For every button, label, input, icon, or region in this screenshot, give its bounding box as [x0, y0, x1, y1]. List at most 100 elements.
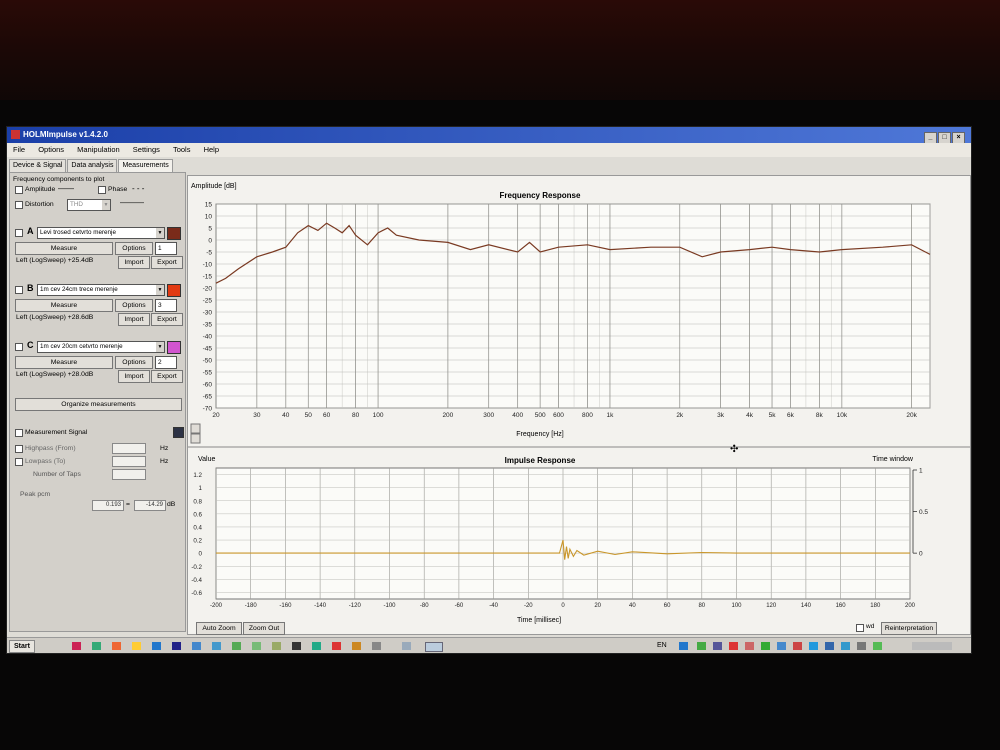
app-icon-5[interactable]: [152, 642, 161, 650]
ir-xtick-label: -80: [420, 603, 429, 609]
wdelay-checkbox[interactable]: [856, 624, 864, 632]
amplitude-checkbox[interactable]: [15, 186, 23, 194]
measurement-signal-label: Measurement Signal: [25, 429, 88, 436]
phase-checkbox[interactable]: [98, 186, 106, 194]
tray-icon-2[interactable]: [697, 642, 706, 650]
app-icon-9[interactable]: [232, 642, 241, 650]
tab-measurements[interactable]: Measurements: [118, 159, 173, 172]
measurement-b-number[interactable]: 3: [155, 299, 177, 312]
auto-zoom-button[interactable]: Auto Zoom: [196, 622, 242, 635]
ir-xtick-label: -180: [245, 603, 258, 609]
tray-icon-4[interactable]: [729, 642, 738, 650]
app-icon-10[interactable]: [252, 642, 261, 650]
zoom-out-button[interactable]: Zoom Out: [243, 622, 285, 635]
measurement-c-select[interactable]: 1m cev 20cm cetvrto merenje ▼: [37, 341, 165, 353]
measurement-a-measure-button[interactable]: Measure: [15, 242, 113, 255]
signal-color-swatch[interactable]: [173, 427, 184, 438]
ir-xtick-label: 20: [594, 603, 601, 609]
highpass-field[interactable]: [112, 443, 146, 454]
tray-icon-11[interactable]: [841, 642, 850, 650]
measurement-a-select[interactable]: Levi trosed cetvrto merenje ▼: [37, 227, 165, 239]
thd-select[interactable]: THD ▼: [67, 199, 111, 211]
menu-manipulation[interactable]: Manipulation: [77, 145, 120, 154]
measurement-b-import-button[interactable]: Import: [118, 313, 150, 326]
menu-tools[interactable]: Tools: [173, 145, 191, 154]
browser-icon[interactable]: [72, 642, 81, 650]
measurement-b-options-button[interactable]: Options: [115, 299, 153, 312]
measurement-c-measure-button[interactable]: Measure: [15, 356, 113, 369]
holmimpulse-task-icon[interactable]: [425, 642, 443, 652]
measurement-signal-checkbox[interactable]: [15, 429, 23, 437]
app-icon-2[interactable]: [92, 642, 101, 650]
lowpass-checkbox[interactable]: [15, 458, 23, 466]
measurement-b-export-button[interactable]: Export: [151, 313, 183, 326]
measurement-c-checkbox[interactable]: [15, 343, 23, 351]
tab-device-signal[interactable]: Device & Signal: [9, 159, 67, 172]
word-icon[interactable]: [192, 642, 201, 650]
app-icon-8[interactable]: [212, 642, 221, 650]
ir-xtick-label: 140: [801, 603, 812, 609]
measurement-a-letter: A: [27, 226, 34, 236]
ir-window-tick-label: 0.5: [919, 509, 928, 516]
tray-icon-8[interactable]: [793, 642, 802, 650]
tray-icon-10[interactable]: [825, 642, 834, 650]
title-bar: HOLMImpulse v1.4.2.0 _ □ ×: [7, 127, 971, 144]
menu-help[interactable]: Help: [204, 145, 219, 154]
app-icon-13[interactable]: [312, 642, 321, 650]
fr-ytick-label: -25: [203, 298, 213, 305]
start-button[interactable]: Start: [9, 640, 35, 653]
scroll-up-icon[interactable]: [190, 423, 201, 434]
measurement-a-number[interactable]: 1: [155, 242, 177, 255]
tray-icon-6[interactable]: [761, 642, 770, 650]
tray-icon-12[interactable]: [857, 642, 866, 650]
charts-svg[interactable]: Frequency Response Amplitude [dB] Freque…: [188, 176, 970, 634]
fr-ytick-label: 0: [208, 238, 212, 245]
app-icon-15[interactable]: [352, 642, 361, 650]
ir-xtick-label: -40: [489, 603, 498, 609]
app-icon-11[interactable]: [272, 642, 281, 650]
measurement-b-measure-button[interactable]: Measure: [15, 299, 113, 312]
measurement-a-export-button[interactable]: Export: [151, 256, 183, 269]
clock[interactable]: [912, 642, 952, 650]
measurement-b-color-swatch[interactable]: [167, 284, 181, 297]
language-indicator[interactable]: EN: [657, 638, 667, 653]
tray-icon-13[interactable]: [873, 642, 882, 650]
measurement-c-import-button[interactable]: Import: [118, 370, 150, 383]
tray-icon-1[interactable]: [679, 642, 688, 650]
lowpass-field[interactable]: [112, 456, 146, 467]
measurement-b-checkbox[interactable]: [15, 286, 23, 294]
tray-icon-7[interactable]: [777, 642, 786, 650]
measurement-c-color-swatch[interactable]: [167, 341, 181, 354]
app-icon-12[interactable]: [292, 642, 301, 650]
measurement-c-options-button[interactable]: Options: [115, 356, 153, 369]
menu-options[interactable]: Options: [38, 145, 64, 154]
measurement-a-checkbox[interactable]: [15, 229, 23, 237]
tray-icon-3[interactable]: [713, 642, 722, 650]
measurement-a-color-swatch[interactable]: [167, 227, 181, 240]
app-icon-3[interactable]: [112, 642, 121, 650]
folder-icon[interactable]: [132, 642, 141, 650]
app-icon-16[interactable]: [372, 642, 381, 650]
app-icon-6[interactable]: [172, 642, 181, 650]
menu-settings[interactable]: Settings: [133, 145, 160, 154]
ir-xtick-label: -20: [524, 603, 533, 609]
organize-measurements-button[interactable]: Organize measurements: [15, 398, 182, 411]
fr-ytick-label: -60: [203, 382, 213, 389]
scroll-down-icon[interactable]: [190, 433, 201, 444]
tab-data-analysis[interactable]: Data analysis: [67, 159, 118, 172]
app-icon-14[interactable]: [332, 642, 341, 650]
app-icon-17[interactable]: [402, 642, 411, 650]
distortion-checkbox[interactable]: [15, 201, 23, 209]
measurement-c-export-button[interactable]: Export: [151, 370, 183, 383]
measurement-c-number[interactable]: 2: [155, 356, 177, 369]
measurement-a-import-button[interactable]: Import: [118, 256, 150, 269]
tray-icon-9[interactable]: [809, 642, 818, 650]
reinterpretation-button[interactable]: Reinterpretation: [881, 622, 937, 635]
taps-field[interactable]: [112, 469, 146, 480]
highpass-checkbox[interactable]: [15, 445, 23, 453]
measurement-b-select[interactable]: 1m cev 24cm trece merenje ▼: [37, 284, 165, 296]
tray-icon-5[interactable]: [745, 642, 754, 650]
measurement-a-options-button[interactable]: Options: [115, 242, 153, 255]
menu-file[interactable]: File: [13, 145, 25, 154]
frequency-response-chart: Frequency Response Amplitude [dB] Freque…: [191, 183, 931, 438]
